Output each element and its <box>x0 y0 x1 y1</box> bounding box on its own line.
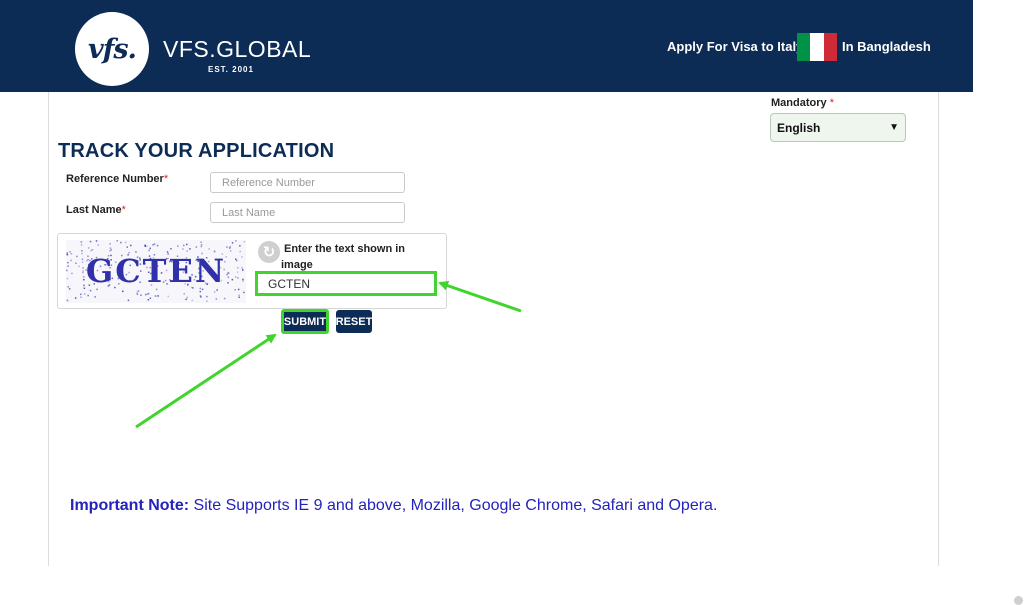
arrow-to-captcha <box>438 280 522 313</box>
logo-mark: vfs. <box>88 33 137 65</box>
refresh-icon[interactable]: ↻ <box>258 241 280 263</box>
apply-visa-text: Apply For Visa to Italy <box>667 39 804 54</box>
reference-number-label: Reference Number* <box>66 173 169 185</box>
important-note-text: Site Supports IE 9 and above, Mozilla, G… <box>189 497 718 514</box>
page-title: TRACK YOUR APPLICATION <box>58 140 335 162</box>
last-name-input[interactable]: Last Name <box>210 202 405 223</box>
language-mandatory-label: Mandatory * <box>771 97 834 109</box>
captcha-image: GCTEN <box>66 240 246 303</box>
last-name-label: Last Name* <box>66 204 126 216</box>
captcha-prompt-line1: Enter the text shown in <box>284 243 406 255</box>
brand-name: VFS.GLOBAL <box>163 36 312 62</box>
important-note-label: Important Note: <box>70 497 190 514</box>
reset-button[interactable]: RESET <box>336 310 372 333</box>
content-border-right <box>938 92 939 566</box>
country-text: In Bangladesh <box>842 39 931 54</box>
language-selected-value: English <box>777 120 821 135</box>
vfs-logo[interactable]: vfs. <box>75 12 149 86</box>
scroll-dot <box>1014 596 1023 605</box>
reference-number-input[interactable]: Reference Number <box>210 172 405 193</box>
captcha-input[interactable]: GCTEN <box>255 271 437 296</box>
chevron-down-icon: ▼ <box>889 122 899 133</box>
content-border-left <box>48 92 49 566</box>
important-note: Important Note: Site Supports IE 9 and a… <box>70 497 717 515</box>
captcha-text: GCTEN <box>86 252 226 290</box>
brand-est: EST. 2001 <box>208 65 254 74</box>
site-header: vfs. VFS.GLOBAL EST. 2001 Apply For Visa… <box>0 0 973 92</box>
arrow-to-submit <box>135 333 277 429</box>
italy-flag-icon <box>797 33 837 61</box>
language-select[interactable]: English ▼ <box>770 113 906 142</box>
submit-button[interactable]: SUBMIT <box>281 309 329 334</box>
